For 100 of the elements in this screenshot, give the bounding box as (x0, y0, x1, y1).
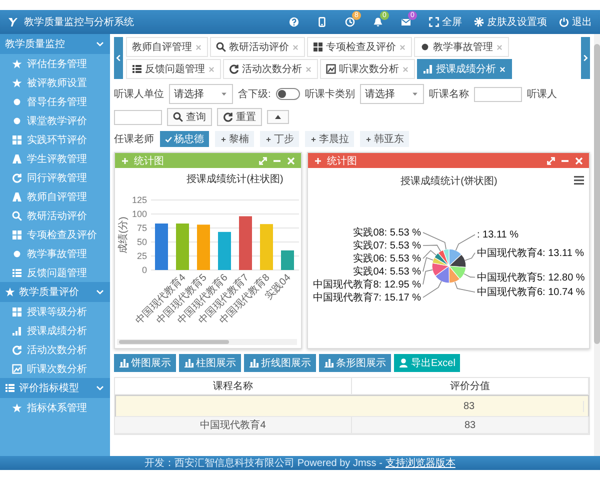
sidebar-item[interactable]: 授课成绩分析 (0, 321, 110, 340)
search-icon (173, 112, 183, 122)
bar (197, 224, 210, 270)
tab[interactable]: 教学事故管理 (414, 37, 509, 57)
grid-icon (12, 306, 22, 316)
sidebar-item[interactable]: 专项检查及评价 (0, 225, 110, 244)
export-button[interactable]: 导出Excel (394, 354, 460, 372)
sidebar-item[interactable]: 教研活动评价 (0, 206, 110, 225)
field-label: 听课名称 (428, 88, 469, 101)
close-icon[interactable] (399, 44, 406, 50)
sidebar-item[interactable]: 学生评教管理 (0, 149, 110, 168)
image-icon (326, 64, 336, 74)
star-icon (5, 287, 15, 297)
sidebar-group[interactable]: 教学质量评价 (0, 282, 110, 302)
chevron-left-icon (114, 53, 123, 63)
scrollbar[interactable] (594, 34, 600, 456)
sidebar-item[interactable]: 反馈问题管理 (0, 263, 110, 282)
scrollbar[interactable] (117, 339, 297, 345)
chart-view-button[interactable]: 饼图展示 (114, 354, 176, 372)
close-icon[interactable] (292, 44, 299, 50)
sidebar-item[interactable]: 督导任务管理 (0, 92, 110, 111)
teacher-chip[interactable]: 丁步 (260, 131, 299, 147)
tab[interactable]: 反馈问题管理 (126, 59, 221, 79)
table-row[interactable]: 中国现代教育4 83 (115, 417, 589, 434)
tab[interactable]: 教师自评管理 (126, 37, 208, 57)
collapse-button[interactable] (267, 110, 289, 124)
settings-link[interactable]: 皮肤及设置项 (474, 15, 547, 29)
caret-down-icon (410, 90, 419, 98)
data-label: 实践04: 5.53 % (353, 266, 421, 278)
tab[interactable]: 教研活动评价 (210, 37, 305, 57)
input-field[interactable] (474, 86, 522, 102)
dot-icon (12, 248, 22, 258)
card-type-select[interactable]: 请选择 (360, 84, 424, 104)
sidebar-item[interactable]: 听课次数分析 (0, 359, 110, 378)
plus-icon (313, 156, 323, 166)
resize-icon[interactable] (258, 156, 268, 166)
bar (176, 224, 189, 270)
chart-view-button[interactable]: 折线图展示 (244, 354, 316, 372)
sidebar-item[interactable]: 活动次数分析 (0, 340, 110, 359)
sidebar-item[interactable]: 评估任务管理 (0, 54, 110, 73)
plus-icon (220, 136, 227, 142)
sidebar-item[interactable]: 指标体系管理 (0, 398, 110, 417)
logout-link[interactable]: 退出 (559, 15, 592, 29)
table-row[interactable]: 83 (115, 395, 589, 417)
mail-icon[interactable] (401, 17, 411, 27)
input-field[interactable] (114, 110, 162, 124)
sidebar-item[interactable]: 课堂教学评价 (0, 111, 110, 130)
star-icon (12, 78, 22, 88)
tab[interactable]: 专项检查及评价 (307, 37, 412, 57)
toggle-switch[interactable] (276, 88, 300, 100)
image-icon (12, 364, 22, 374)
fullscreen-link[interactable]: 全屏 (429, 15, 462, 29)
close-icon[interactable] (195, 44, 202, 50)
close-icon[interactable] (496, 44, 503, 50)
phone-icon[interactable] (317, 17, 327, 27)
search-button[interactable]: 查询 (167, 108, 212, 126)
sidebar-item[interactable]: 教师自评管理 (0, 187, 110, 206)
leader-line (464, 273, 476, 278)
chart-view-button[interactable]: 柱图展示 (179, 354, 241, 372)
sidebar-item[interactable]: 教学事故管理 (0, 244, 110, 263)
sidebar-item[interactable]: 授课等级分析 (0, 302, 110, 321)
help-icon[interactable] (289, 17, 299, 27)
teacher-chip[interactable]: 黎楠 (215, 131, 254, 147)
scroll-right-button[interactable] (581, 37, 590, 79)
sidebar-group[interactable]: 评价指标模型 (0, 378, 110, 398)
close-icon[interactable] (305, 66, 312, 72)
unit-select[interactable]: 请选择 (169, 84, 233, 104)
refresh-icon (12, 344, 22, 354)
resize-icon[interactable] (546, 156, 556, 166)
sidebar-item[interactable]: 同行评教管理 (0, 168, 110, 187)
data-label: 中国现代教育6: 10.74 % (477, 287, 585, 298)
close-icon[interactable] (402, 66, 409, 72)
teacher-chip[interactable]: 李晨拉 (305, 131, 354, 147)
axis-tick-label: 50 (136, 237, 147, 247)
sidebar-item[interactable]: 被评教师设置 (0, 73, 110, 92)
star-icon (12, 58, 22, 68)
reset-button[interactable]: 重置 (217, 108, 262, 126)
teacher-chip[interactable]: 韩亚东 (360, 131, 409, 147)
data-label: 实践08: 5.53 % (353, 227, 421, 238)
dot-icon (12, 96, 22, 106)
browser-support-link[interactable]: 支持浏览器版本 (385, 456, 456, 470)
chevron-down-icon (95, 39, 105, 49)
close-icon[interactable] (208, 66, 215, 72)
tab[interactable]: 授课成绩分析 (417, 59, 512, 79)
tab[interactable]: 听课次数分析 (320, 59, 415, 79)
data-label: 中国现代教育4: 13.11 % (477, 248, 584, 259)
bar (155, 224, 168, 270)
column-header: 课程名称 (115, 378, 352, 394)
sidebar-group[interactable]: 教学质量监控 (0, 34, 110, 54)
chevron-down-icon (95, 287, 105, 297)
chart-view-button[interactable]: 条形图展示 (319, 354, 391, 372)
clock-icon[interactable] (345, 17, 355, 27)
menu-icon[interactable] (574, 176, 584, 185)
bell-icon[interactable] (373, 17, 383, 27)
tab[interactable]: 活动次数分析 (223, 59, 318, 79)
road-icon (12, 154, 22, 164)
field-label: 听课人 (526, 88, 557, 101)
teacher-chip[interactable]: 杨忠德 (160, 131, 209, 147)
scroll-left-button[interactable] (114, 37, 123, 79)
sidebar-item[interactable]: 实践环节评价 (0, 130, 110, 149)
